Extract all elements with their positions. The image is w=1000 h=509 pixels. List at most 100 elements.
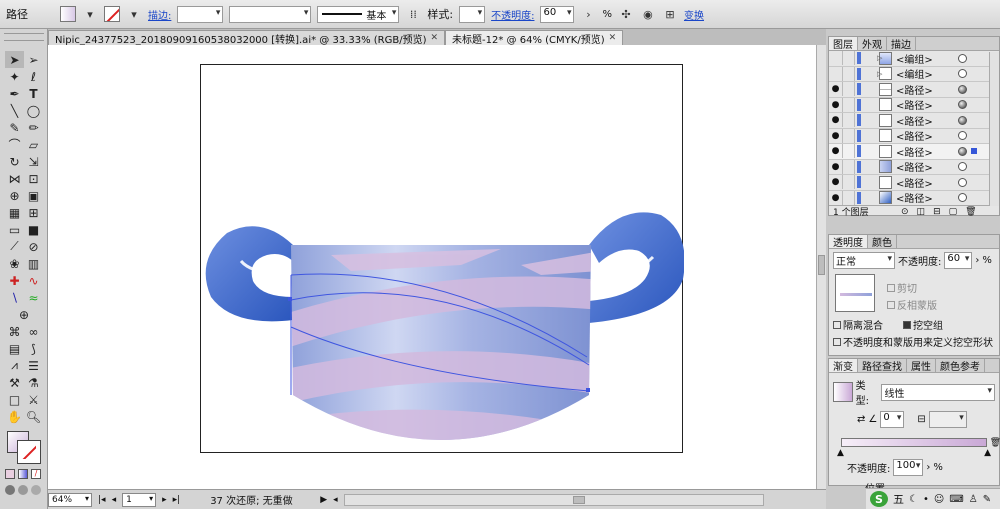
stroke-link[interactable]: 描边: <box>148 7 171 22</box>
paintbrush-tool-icon[interactable]: ✎ <box>5 119 24 136</box>
zoom-tool-icon[interactable]: 🔍︎ <box>24 408 43 425</box>
target-circle-icon[interactable] <box>958 162 967 172</box>
document-tab-1[interactable]: Nipic_24377523_20180909160538032000 [转换]… <box>48 30 446 46</box>
layer-row[interactable]: ● <路径> <box>829 97 989 113</box>
gradient-mode-button[interactable] <box>18 469 28 479</box>
layer-row[interactable]: ● <路径> <box>829 128 989 144</box>
new-layer-icon[interactable]: ▢ <box>949 207 958 217</box>
target-circle-icon[interactable] <box>958 177 967 187</box>
close-icon[interactable]: ✕ <box>431 33 439 43</box>
tab-color[interactable]: 颜色 <box>868 235 897 249</box>
new-sublayer-icon[interactable]: ⊟ <box>933 207 941 217</box>
chevron-down-icon[interactable]: ▾ <box>126 6 142 22</box>
layers-scrollbar[interactable] <box>989 52 999 206</box>
make-clipping-mask-icon[interactable]: ◫ <box>917 207 926 217</box>
ime-mode[interactable]: 五 <box>893 491 904 507</box>
target-circle-icon[interactable] <box>958 115 967 125</box>
wrench-icon[interactable]: ✎ <box>983 494 991 505</box>
anchor-point[interactable] <box>586 388 590 392</box>
puppet-tool-icon[interactable]: ⟆ <box>24 340 43 357</box>
stroke-color-well[interactable] <box>17 440 41 464</box>
lock-toggle[interactable] <box>843 190 855 205</box>
scissors-tool-icon[interactable]: ⚗ <box>24 374 43 391</box>
invert-mask-checkbox[interactable]: 反相蒙版 <box>887 297 937 312</box>
blob-brush-tool-icon[interactable]: ⌒ <box>5 136 24 153</box>
draw-inside-icon[interactable] <box>31 485 41 495</box>
status-menu-icon[interactable]: ▶ <box>320 495 327 505</box>
scale-tool-icon[interactable]: ⇲ <box>24 153 43 170</box>
eye-icon[interactable]: ● <box>829 113 843 128</box>
anchor-convert-tool-icon[interactable]: ∿ <box>24 272 43 289</box>
horizontal-scroll-thumb[interactable] <box>572 495 585 504</box>
expand-triangle-icon[interactable]: ▷ <box>877 70 882 78</box>
color-stop-right[interactable]: ▲ <box>984 448 991 458</box>
twirl-tool-icon[interactable]: ∞ <box>24 323 43 340</box>
mesh-tool-icon[interactable]: ⊞ <box>24 204 43 221</box>
column-graph-tool-icon[interactable]: ▥ <box>24 255 43 272</box>
expand-triangle-icon[interactable]: ▷ <box>877 54 882 62</box>
anchor-add-tool-icon[interactable]: ✚ <box>5 272 24 289</box>
eye-icon[interactable]: ● <box>829 159 843 174</box>
right-handle[interactable] <box>589 212 685 323</box>
close-icon[interactable]: ✕ <box>609 33 617 43</box>
lock-toggle[interactable] <box>843 128 855 143</box>
magic-wand-tool-icon[interactable]: ✦ <box>5 68 24 85</box>
layer-row[interactable]: ● <路径> <box>829 159 989 175</box>
delete-stop-icon[interactable]: 🗑︎ <box>990 438 1000 448</box>
ime-logo-icon[interactable]: S <box>870 491 888 507</box>
gradient-preview-swatch[interactable] <box>833 382 853 402</box>
tab-attributes[interactable]: 属性 <box>907 359 936 373</box>
angle-input[interactable]: 0 <box>880 411 905 428</box>
symbol-sprayer-tool-icon[interactable]: ❀ <box>5 255 24 272</box>
blend-tool-icon[interactable]: ⊘ <box>24 238 43 255</box>
layer-row[interactable]: ● <路径> <box>829 82 989 98</box>
align-icon[interactable]: ⊞ <box>662 6 678 22</box>
page-dropdown[interactable]: 1 <box>122 492 157 507</box>
brush-definition-dropdown[interactable]: 基本 <box>317 5 400 23</box>
opacity-input[interactable]: 60 <box>944 252 973 269</box>
object-thumbnail[interactable] <box>835 274 875 312</box>
eye-icon[interactable]: ● <box>829 144 843 159</box>
direct-selection-tool-icon[interactable]: ➢ <box>24 51 43 68</box>
lock-toggle[interactable] <box>843 97 855 112</box>
draw-behind-icon[interactable] <box>18 485 28 495</box>
visibility-toggle[interactable] <box>829 66 843 81</box>
width-tool-icon[interactable]: ⋈ <box>5 170 24 187</box>
tab-pathfinder[interactable]: 路径查找 <box>858 359 907 373</box>
chevron-right-icon[interactable]: › <box>926 462 930 473</box>
artboard[interactable] <box>200 64 685 453</box>
crosshair-tool-icon[interactable]: ⊕ <box>5 306 43 323</box>
chevron-down-icon[interactable]: ▾ <box>82 6 98 22</box>
tools-panel-grip[interactable] <box>4 33 44 41</box>
tab-appearance[interactable]: 外观 <box>858 37 887 51</box>
slice-tool-icon[interactable]: ▤ <box>5 340 24 357</box>
eye-icon[interactable]: ● <box>829 82 843 97</box>
line-tool-icon[interactable]: ╲ <box>5 102 24 119</box>
first-page-icon[interactable]: |◂ <box>98 495 106 505</box>
canvas-area[interactable] <box>48 45 816 489</box>
eraser-tool-icon[interactable]: ▱ <box>24 136 43 153</box>
scroll-thumb[interactable] <box>818 255 825 275</box>
prev-page-icon[interactable]: ◂ <box>112 495 117 505</box>
tab-gradient[interactable]: 渐变 <box>829 359 858 373</box>
isolate-blending-checkbox[interactable]: 隔离混合 <box>833 317 883 332</box>
anchor-delete-tool-icon[interactable]: ∖ <box>5 289 24 306</box>
opacity-mask-knockout-checkbox[interactable]: 不透明度和蒙版用来定义挖空形状 <box>833 334 995 349</box>
chevron-right-icon[interactable]: › <box>975 255 979 266</box>
eye-icon[interactable]: ● <box>829 97 843 112</box>
document-tab-2[interactable]: 未标题-12* @ 64% (CMYK/预览) ✕ <box>445 30 624 46</box>
last-page-icon[interactable]: ▸| <box>173 495 181 505</box>
emoji-icon[interactable]: ☺ <box>934 494 944 505</box>
gradient-swatch-icon[interactable]: ■ <box>24 221 43 238</box>
layer-row[interactable]: ● <路径> <box>829 113 989 129</box>
tab-layers[interactable]: 图层 <box>829 37 858 51</box>
locate-object-icon[interactable]: ⊙ <box>901 207 909 217</box>
none-mode-button[interactable]: / <box>31 469 41 479</box>
transform-link[interactable]: 变换 <box>684 7 704 22</box>
slice-select-tool-icon[interactable]: ⚔ <box>24 391 43 408</box>
opacity-link[interactable]: 不透明度: <box>491 7 534 22</box>
color-mode-button[interactable] <box>5 469 15 479</box>
lock-toggle[interactable] <box>843 66 855 81</box>
hand-tool-icon[interactable]: ✋ <box>5 408 24 425</box>
lock-toggle[interactable] <box>843 175 855 190</box>
